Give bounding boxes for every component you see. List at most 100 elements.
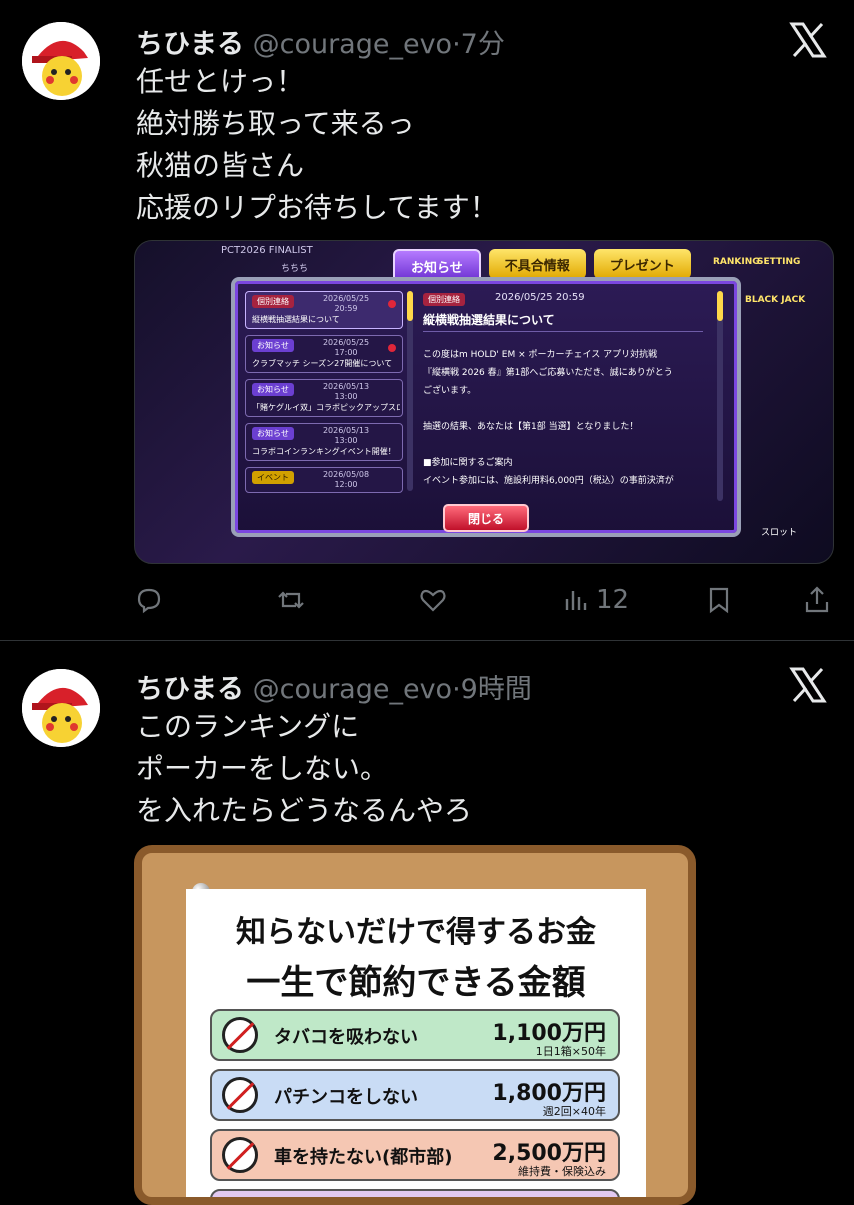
game-banner-label: PCT2026 FINALIST xyxy=(221,245,313,256)
close-button[interactable]: 閉じる xyxy=(443,504,529,532)
list-item-title: コラボコインランキングイベント開催！ xyxy=(252,447,396,456)
detail-line: ■参加に関するご案内 xyxy=(423,458,513,468)
saving-row xyxy=(210,1189,620,1205)
tweet-text-line: 応援のリプお待ちしてます！ xyxy=(136,191,498,224)
tweet-text-line: 任せとけっ！ xyxy=(136,65,305,98)
detail-line: ございます。 xyxy=(423,386,477,396)
list-item-date: 2026/05/25 17:00 xyxy=(322,338,370,357)
tweet-text-line: ポーカーをしない。 xyxy=(136,752,389,785)
retweet-button[interactable] xyxy=(276,580,306,620)
share-icon xyxy=(805,586,829,613)
saving-row: パチンコをしない 1,800万円 週2回×40年 xyxy=(210,1069,620,1121)
separator-dot: · xyxy=(452,674,461,705)
game-side-label[interactable]: SETTING xyxy=(757,257,800,267)
list-item[interactable]: お知らせ 2026/05/13 13:00 「賭ケグルイ双」コラボピックアップス… xyxy=(245,379,403,417)
saving-row: 車を持たない(都市部) 2,500万円 維持費・保険込み xyxy=(210,1129,620,1181)
poster-paper: 知らないだけで得するお金 一生で節約できる金額 タバコを吸わない 1,100万円… xyxy=(186,889,646,1205)
game-side-label[interactable]: スロット xyxy=(761,525,797,538)
list-item-date: 2026/05/13 13:00 xyxy=(322,382,370,401)
tweet-media-poster[interactable]: 知らないだけで得するお金 一生で節約できる金額 タバコを吸わない 1,100万円… xyxy=(134,845,696,1205)
detail-line: 抽選の結果、あなたは【第1部 当選】となりました！ xyxy=(423,422,639,432)
list-item-badge: お知らせ xyxy=(252,339,294,352)
display-name[interactable]: ちひまる xyxy=(136,29,244,60)
x-logo-icon[interactable] xyxy=(788,665,828,705)
no-smoking-icon xyxy=(222,1017,258,1053)
list-item-title: クラブマッチ シーズン27開催について xyxy=(252,359,393,368)
timestamp[interactable]: 7分 xyxy=(461,29,505,60)
poster-subtitle: 一生で節約できる金額 xyxy=(246,963,586,1003)
poster-title: 知らないだけで得するお金 xyxy=(236,915,596,950)
separator-dot: · xyxy=(452,29,461,60)
bookmark-button[interactable] xyxy=(704,580,734,620)
list-scrollbar-thumb[interactable] xyxy=(407,291,413,321)
game-side-label[interactable]: RANKING xyxy=(713,257,760,267)
saving-label: 車を持たない(都市部) xyxy=(274,1147,453,1168)
tweet-1[interactable]: ちひまる @courage_evo·7分 任せとけっ！ 絶対勝ち取って来るっ 秋… xyxy=(0,0,854,640)
user-handle[interactable]: @courage_evo xyxy=(253,674,452,705)
detail-line: この度はm HOLD' EM × ポーカーチェイス アプリ対抗戦 xyxy=(423,350,658,360)
no-pachinko-icon xyxy=(222,1077,258,1113)
list-scrollbar[interactable] xyxy=(407,291,413,491)
tweet-media-game-screenshot[interactable]: PCT2026 FINALIST ちちち RANKING SETTING BLA… xyxy=(134,240,834,564)
list-item-title: 縦横戦抽選結果について xyxy=(252,315,340,324)
avatar-pikachu-icon xyxy=(22,669,100,747)
timestamp[interactable]: 9時間 xyxy=(461,674,532,705)
list-item-date: 2026/05/25 20:59 xyxy=(322,294,370,313)
detail-line: イベント参加には、施設利用料6,000円（税込）の事前決済が xyxy=(423,476,674,486)
saving-label: タバコを吸わない xyxy=(274,1027,418,1048)
like-icon xyxy=(420,589,446,612)
no-car-icon xyxy=(222,1137,258,1173)
detail-scrollbar-thumb[interactable] xyxy=(717,291,723,321)
detail-line: 『縦横戦 2026 春』第1部へご応募いただき、誠にありがとう xyxy=(423,368,673,378)
share-button[interactable] xyxy=(802,580,832,620)
saving-row: タバコを吸わない 1,100万円 1日1箱×50年 xyxy=(210,1009,620,1061)
avatar[interactable] xyxy=(22,22,100,100)
detail-scrollbar[interactable] xyxy=(717,291,723,501)
retweet-icon xyxy=(278,591,304,609)
tweet-header: ちひまる @courage_evo·9時間 xyxy=(136,667,532,706)
tweet-text-line: このランキングに xyxy=(136,710,360,743)
display-name[interactable]: ちひまる xyxy=(136,674,244,705)
bookmark-icon xyxy=(709,587,729,614)
prohibited-icon xyxy=(222,1197,258,1205)
views-icon xyxy=(565,591,587,610)
unread-dot-icon xyxy=(388,344,396,352)
saving-note: 1日1箱×50年 xyxy=(535,1045,606,1058)
detail-date: 2026/05/25 20:59 xyxy=(495,292,585,303)
reply-button[interactable] xyxy=(134,580,164,620)
tab-present[interactable]: プレゼント xyxy=(593,249,691,279)
user-handle[interactable]: @courage_evo xyxy=(253,29,452,60)
like-button[interactable] xyxy=(418,580,448,620)
tab-bug-info[interactable]: 不具合情報 xyxy=(488,249,586,279)
avatar-pikachu-icon xyxy=(22,22,100,100)
unread-dot-icon xyxy=(388,300,396,308)
tweet-text-line: を入れたらどうなるんやろ xyxy=(136,794,473,827)
game-banner-sub: ちちち xyxy=(281,264,309,274)
tweet-actions: 12 xyxy=(0,580,854,620)
x-logo-icon[interactable] xyxy=(788,20,828,60)
saving-note: 週2回×40年 xyxy=(542,1105,606,1118)
tweet-text-line: 絶対勝ち取って来るっ xyxy=(136,107,415,140)
list-item-title: 「賭ケグルイ双」コラボピックアップスロ... xyxy=(252,403,400,412)
list-item[interactable]: お知らせ 2026/05/25 17:00 クラブマッチ シーズン27開催につい… xyxy=(245,335,403,373)
list-item-badge: お知らせ xyxy=(252,383,294,396)
list-item[interactable]: イベント 2026/05/08 12:00 xyxy=(245,467,403,493)
list-item-date: 2026/05/13 13:00 xyxy=(322,426,370,445)
list-item-date: 2026/05/08 12:00 xyxy=(322,470,370,489)
game-side-label[interactable]: BLACK JACK xyxy=(745,295,805,305)
tweet-text-line: 秋猫の皆さん xyxy=(136,149,305,182)
saving-label: パチンコをしない xyxy=(274,1087,418,1108)
detail-divider xyxy=(423,331,703,332)
list-item-badge: イベント xyxy=(252,471,294,484)
list-item[interactable]: 個別連絡 2026/05/25 20:59 縦横戦抽選結果について xyxy=(245,291,403,329)
detail-badge: 個別連絡 xyxy=(423,293,465,306)
notice-panel: 個別連絡 2026/05/25 20:59 縦横戦抽選結果について お知らせ 2… xyxy=(231,277,741,537)
views-button[interactable]: 12 xyxy=(562,580,629,620)
notice-detail: 個別連絡 2026/05/25 20:59 縦横戦抽選結果について この度はm … xyxy=(417,291,717,501)
avatar[interactable] xyxy=(22,669,100,747)
reply-icon xyxy=(137,588,161,614)
list-item[interactable]: お知らせ 2026/05/13 13:00 コラボコインランキングイベント開催！ xyxy=(245,423,403,461)
saving-note: 維持費・保険込み xyxy=(518,1165,606,1178)
list-item-badge: お知らせ xyxy=(252,427,294,440)
views-count: 12 xyxy=(596,585,630,615)
